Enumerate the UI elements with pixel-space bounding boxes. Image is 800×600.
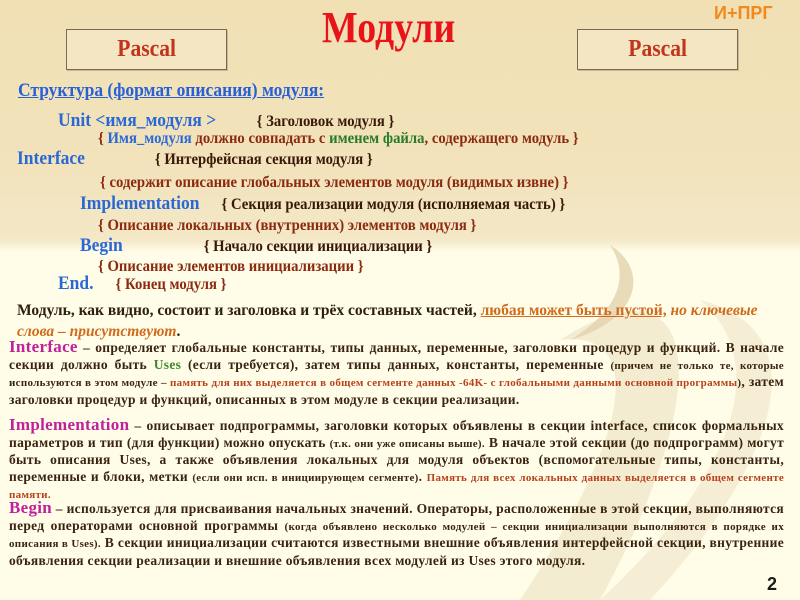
comment-begin: { Начало секции инициализации } — [203, 238, 433, 255]
code-line-begin: Begin { Начало секции инициализации } — [80, 235, 432, 257]
memory-note: память для них выделяется в общем сегмен… — [170, 377, 738, 390]
file-name-term: именем файла — [329, 130, 425, 147]
pascal-label-right: Pascal — [628, 36, 687, 62]
interface-term: Interface — [9, 337, 78, 356]
begin-term: Begin — [9, 498, 53, 517]
interface-description: Interface – определяет глобальные конста… — [9, 337, 784, 407]
implementation-term: Implementation — [9, 415, 130, 434]
summary-highlight: любая может быть пустой, — [480, 302, 667, 319]
uses-term: Uses — [153, 356, 182, 372]
comment-end: { Конец модуля } — [115, 276, 227, 293]
code-line-implementation-note: { Описание локальных (внутренних) элемен… — [98, 217, 477, 234]
implementation-description: Implementation – описывает подпрограммы,… — [9, 415, 785, 502]
pascal-label-left: Pascal — [117, 36, 176, 62]
code-line-implementation: Implementation { Секция реализации модул… — [80, 193, 565, 215]
keyword-interface: Interface — [17, 148, 85, 169]
comment-implementation: { Секция реализации модуля (исполняемая … — [221, 196, 566, 213]
code-line-end: End. { Конец модуля } — [58, 273, 226, 295]
page-number: 2 — [767, 574, 778, 594]
structure-heading: Структура (формат описания) модуля: — [18, 80, 325, 101]
keyword-implementation: Implementation — [80, 193, 200, 214]
comment-interface: { Интерфейсная секция модуля } — [154, 151, 373, 168]
pascal-box-left: Pascal — [66, 29, 227, 70]
code-line-unit: Unit <имя_модуля > { Заголовок модуля } — [58, 110, 394, 132]
code-line-interface: Interface { Интерфейсная секция модуля } — [17, 148, 373, 170]
module-name-term: Имя_модуля — [107, 130, 192, 147]
keyword-unit: Unit <имя_модуля > — [58, 110, 217, 131]
code-line-name-note: { Имя_модуля должно совпадать с именем ф… — [98, 130, 579, 147]
keyword-begin: Begin — [80, 235, 123, 256]
keyword-end: End. — [58, 273, 94, 294]
begin-description: Begin – используется для присваивания на… — [9, 498, 784, 568]
code-line-interface-note: { содержит описание глобальных элементов… — [100, 174, 569, 191]
pascal-box-right: Pascal — [577, 29, 738, 70]
page-title: Модули — [322, 3, 456, 52]
comment-unit: { Заголовок модуля } — [256, 113, 395, 130]
summary-paragraph: Модуль, как видно, состоит и заголовка и… — [17, 302, 758, 340]
brand-label: И+ПРГ — [714, 3, 773, 23]
